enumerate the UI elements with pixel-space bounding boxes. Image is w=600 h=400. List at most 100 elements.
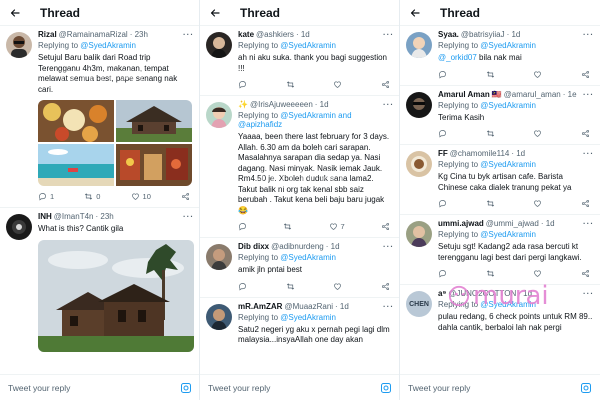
retweet-button[interactable] xyxy=(486,199,495,208)
timestamp[interactable]: · 1d xyxy=(541,219,555,228)
back-arrow-icon[interactable] xyxy=(208,6,222,20)
tweet-syaa[interactable]: Syaa. @batrisyiiaJ · 1d ··· Replying to … xyxy=(400,26,600,86)
house-photo[interactable] xyxy=(116,100,192,142)
reply-button[interactable] xyxy=(438,70,447,79)
tweet-inh[interactable]: INH @ImanT4n · 23h ··· What is this? Can… xyxy=(0,208,199,354)
timestamp[interactable]: · 1d xyxy=(315,100,329,109)
retweet-button[interactable]: 0 xyxy=(84,192,100,201)
avatar[interactable] xyxy=(206,102,232,128)
share-button[interactable] xyxy=(381,282,390,291)
user-handle[interactable]: @ashkiers xyxy=(256,30,294,39)
display-name[interactable]: Dib dixx xyxy=(238,242,269,251)
reply-button[interactable] xyxy=(438,199,447,208)
display-name[interactable]: Syaa. xyxy=(438,30,459,39)
retweet-button[interactable] xyxy=(286,282,295,291)
like-button[interactable] xyxy=(333,282,342,291)
share-button[interactable] xyxy=(181,192,190,201)
timestamp[interactable]: · 1d xyxy=(518,289,532,298)
reply-mention-link[interactable]: @SyedAkramin xyxy=(80,41,136,50)
timestamp[interactable]: · 1d xyxy=(335,302,349,311)
more-options-icon[interactable]: ··· xyxy=(583,149,594,158)
tweet-rizal[interactable]: Rizal @RamainamaRizal · 23h ··· Replying… xyxy=(0,26,199,208)
tweet-kate[interactable]: kate @ashkiers · 1d ··· Replying to @Sye… xyxy=(200,26,399,96)
user-handle[interactable]: @batrisyiiaJ xyxy=(461,30,505,39)
retweet-button[interactable] xyxy=(283,222,292,231)
avatar[interactable] xyxy=(6,214,32,240)
more-options-icon[interactable]: ··· xyxy=(183,30,194,39)
reply-mention-link[interactable]: @SyedAkramin xyxy=(280,253,336,262)
retweet-button[interactable] xyxy=(486,269,495,278)
display-name[interactable]: ✨ xyxy=(238,100,248,109)
share-button[interactable] xyxy=(581,129,590,138)
tweet-photo-grid[interactable] xyxy=(38,100,192,186)
tweet-ummi[interactable]: ummi.ajwad @ummi_ajwad · 1d ··· Replying… xyxy=(400,215,600,285)
more-options-icon[interactable]: ··· xyxy=(583,219,594,228)
reply-mention-link[interactable]: @SyedAkramin xyxy=(480,41,536,50)
beach-photo[interactable] xyxy=(38,144,114,186)
reply-button[interactable] xyxy=(238,80,247,89)
user-handle[interactable]: @JUNO2COTTON xyxy=(448,289,516,298)
more-options-icon[interactable]: ··· xyxy=(583,289,594,298)
display-name[interactable]: FF xyxy=(438,149,448,158)
like-button[interactable]: 7 xyxy=(329,222,345,231)
timestamp[interactable]: · 1d xyxy=(326,242,340,251)
more-options-icon[interactable]: ··· xyxy=(183,212,194,221)
timestamp[interactable]: · 1d xyxy=(296,30,310,39)
user-handle[interactable]: @MuaazRani xyxy=(284,302,333,311)
more-options-icon[interactable]: ··· xyxy=(383,30,394,39)
retweet-button[interactable] xyxy=(486,70,495,79)
avatar[interactable] xyxy=(206,32,232,58)
reply-input[interactable]: Tweet your reply xyxy=(208,383,380,393)
user-handle[interactable]: @chamomile114 xyxy=(450,149,510,158)
display-name[interactable]: a⁹ xyxy=(438,289,446,298)
share-button[interactable] xyxy=(581,70,590,79)
tweet-amarul[interactable]: Amarul Aman 🇲🇾 @amarul_aman · 1e ··· Rep… xyxy=(400,86,600,145)
timestamp[interactable]: · 23h xyxy=(95,212,113,221)
avatar[interactable] xyxy=(406,32,432,58)
display-name[interactable]: Amarul Aman xyxy=(438,90,490,99)
reply-mention-link[interactable]: @SyedAkramin xyxy=(280,41,336,50)
back-arrow-icon[interactable] xyxy=(408,6,422,20)
display-name[interactable]: ummi.ajwad xyxy=(438,219,484,228)
reply-button[interactable] xyxy=(238,222,247,231)
timestamp[interactable]: · 1d xyxy=(511,149,525,158)
display-name[interactable]: kate xyxy=(238,30,254,39)
reply-composer[interactable]: Tweet your reply xyxy=(0,374,199,400)
avatar[interactable] xyxy=(206,244,232,270)
user-handle[interactable]: @IrisAjuweeeeen xyxy=(250,100,313,109)
display-name[interactable]: INH xyxy=(38,212,52,221)
reply-button[interactable] xyxy=(238,282,247,291)
tweet-amzar[interactable]: mR.AmZAR @MuaazRani · 1d ··· Replying to… xyxy=(200,298,399,348)
reply-mention-link[interactable]: @SyedAkramin xyxy=(480,101,536,110)
food-photo[interactable] xyxy=(38,100,114,142)
user-handle[interactable]: @ImanT4n xyxy=(54,212,94,221)
more-options-icon[interactable]: ··· xyxy=(383,302,394,311)
retweet-button[interactable] xyxy=(286,80,295,89)
share-button[interactable] xyxy=(381,80,390,89)
avatar[interactable]: CHEN xyxy=(406,291,432,317)
more-options-icon[interactable]: ··· xyxy=(583,30,594,39)
share-button[interactable] xyxy=(581,199,590,208)
camera-icon[interactable] xyxy=(380,382,392,394)
reply-input[interactable]: Tweet your reply xyxy=(8,383,180,393)
avatar[interactable] xyxy=(406,91,432,118)
reply-button[interactable] xyxy=(438,269,447,278)
reply-input[interactable]: Tweet your reply xyxy=(408,383,580,393)
reply-button[interactable]: 1 xyxy=(38,192,54,201)
reply-mention-link[interactable]: @SyedAkramin xyxy=(480,160,536,169)
like-button[interactable] xyxy=(333,80,342,89)
like-button[interactable] xyxy=(533,129,542,138)
mention-link[interactable]: @_orkid07 xyxy=(438,53,477,62)
tweet-photo[interactable] xyxy=(38,239,194,352)
like-button[interactable]: 10 xyxy=(131,192,151,201)
reply-button[interactable] xyxy=(438,129,447,138)
timestamp[interactable]: · 1d xyxy=(507,30,521,39)
reply-composer[interactable]: Tweet your reply xyxy=(400,374,600,400)
tweet-dib[interactable]: Dib dixx @adibnurdeng · 1d ··· Replying … xyxy=(200,238,399,298)
reply-composer[interactable]: Tweet your reply xyxy=(200,374,399,400)
display-name[interactable]: mR.AmZAR xyxy=(238,302,282,311)
tweet-juno[interactable]: CHEN a⁹ @JUNO2COTTON · 1d ··· Replying t… xyxy=(400,285,600,335)
back-arrow-icon[interactable] xyxy=(8,6,22,20)
like-button[interactable] xyxy=(533,70,542,79)
retweet-button[interactable] xyxy=(486,129,495,138)
